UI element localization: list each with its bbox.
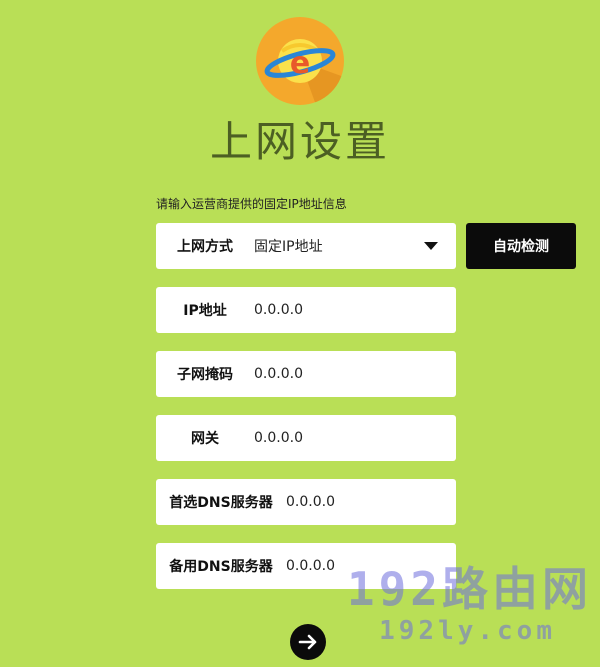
watermark: 192路由网 192ly.com	[312, 562, 592, 646]
connection-type-label: 上网方式	[177, 239, 233, 255]
connection-type-select[interactable]: 上网方式 固定IP地址	[156, 223, 456, 269]
primary-dns-input[interactable]: 0.0.0.0	[286, 494, 456, 510]
ip-address-label: IP地址	[183, 303, 227, 319]
connection-type-value: 固定IP地址	[254, 239, 323, 255]
subnet-mask-field[interactable]: 子网掩码 0.0.0.0	[156, 351, 456, 397]
subnet-mask-input[interactable]: 0.0.0.0	[254, 366, 456, 382]
primary-dns-field[interactable]: 首选DNS服务器 0.0.0.0	[156, 479, 456, 525]
watermark-line2: 192ly.com	[379, 616, 556, 646]
svg-text:e: e	[290, 46, 310, 81]
ip-address-input[interactable]: 0.0.0.0	[254, 302, 456, 318]
gateway-input[interactable]: 0.0.0.0	[254, 430, 456, 446]
secondary-dns-label: 备用DNS服务器	[169, 559, 273, 575]
gateway-label: 网关	[191, 431, 219, 447]
dropdown-caret-icon[interactable]	[424, 242, 438, 250]
watermark-line1: 192路由网	[346, 562, 592, 616]
subnet-mask-label: 子网掩码	[177, 367, 233, 383]
primary-dns-label: 首选DNS服务器	[169, 495, 273, 511]
form-hint: 请输入运营商提供的固定IP地址信息	[156, 197, 347, 211]
router-setup-page: e 上网设置 请输入运营商提供的固定IP地址信息 上网方式 固定IP地址 自动检…	[0, 0, 600, 667]
page-title: 上网设置	[209, 117, 390, 166]
ie-planet-icon: e	[256, 17, 344, 105]
auto-detect-button[interactable]: 自动检测	[466, 223, 576, 269]
ip-address-field[interactable]: IP地址 0.0.0.0	[156, 287, 456, 333]
gateway-field[interactable]: 网关 0.0.0.0	[156, 415, 456, 461]
